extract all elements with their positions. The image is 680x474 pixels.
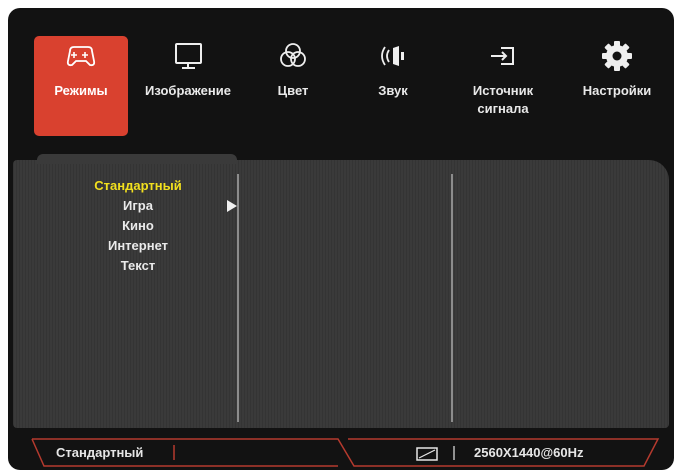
tab-label: Цвет: [277, 83, 309, 98]
tab-label: Настройки: [582, 83, 652, 98]
submenu-arrow-icon: [227, 200, 237, 212]
tab-label-line2: сигнала: [477, 101, 529, 116]
menu-item-cinema[interactable]: Кино: [53, 216, 223, 236]
tab-settings[interactable]: Настройки: [570, 36, 664, 136]
menu-item-text[interactable]: Текст: [53, 256, 223, 276]
tab-label: Изображение: [145, 83, 231, 98]
gamepad-icon: [66, 46, 96, 67]
tab-label-line1: Источник: [472, 83, 534, 98]
tab-input-source[interactable]: Источник сигнала: [458, 36, 548, 136]
gear-icon: [602, 41, 632, 71]
menu-item-standard[interactable]: Стандартный: [53, 176, 223, 196]
aspect-ratio-icon: [416, 447, 438, 461]
speaker-icon: [381, 46, 404, 66]
menu-item-game[interactable]: Игра: [53, 196, 223, 216]
monitor-icon: [175, 43, 202, 69]
column-divider: [237, 174, 239, 422]
column-divider: [451, 174, 453, 422]
tab-sound[interactable]: Звук: [358, 36, 428, 136]
status-mode-text: Стандартный: [56, 445, 144, 460]
modes-menu: Стандартный Игра Кино Интернет Текст: [53, 176, 223, 276]
menu-item-internet[interactable]: Интернет: [53, 236, 223, 256]
color-circles-icon: [280, 43, 306, 67]
top-tab-bar: Режимы Изображение Цвет Звук Источник си…: [8, 8, 674, 150]
status-bar: Стандартный 2560X1440@60Hz: [8, 436, 674, 470]
tab-modes[interactable]: Режимы: [34, 36, 128, 136]
tab-image[interactable]: Изображение: [138, 36, 238, 136]
status-resolution-text: 2560X1440@60Hz: [474, 445, 584, 460]
tab-label: Режимы: [54, 83, 108, 98]
modes-panel: Стандартный Игра Кино Интернет Текст: [13, 154, 669, 428]
input-source-icon: [491, 47, 514, 65]
tab-color[interactable]: Цвет: [258, 36, 328, 136]
tab-label: Звук: [378, 83, 408, 98]
monitor-osd: Режимы Изображение Цвет Звук Источник си…: [8, 8, 674, 470]
